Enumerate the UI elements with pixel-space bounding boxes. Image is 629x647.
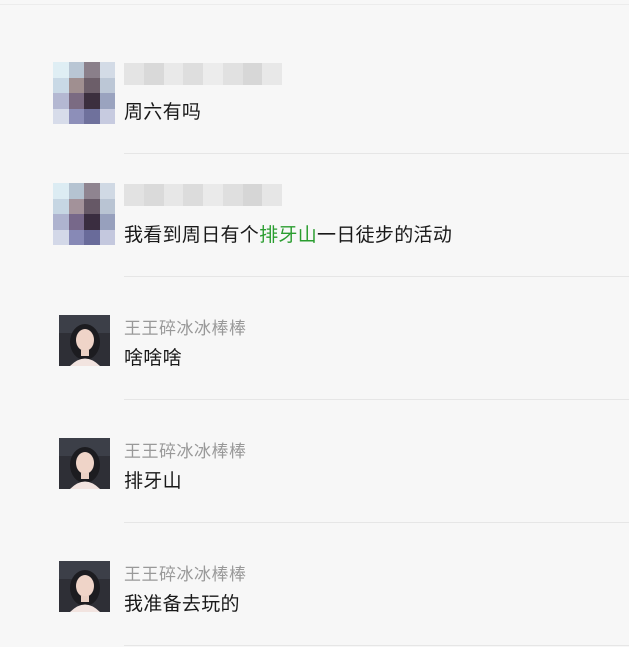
message-text: 排牙山: [124, 470, 182, 492]
portrait-image: [59, 438, 110, 489]
message-item[interactable]: 王王碎冰冰棒棒 啥啥啥: [0, 276, 629, 399]
message-text-before: 我看到周日有个: [124, 224, 260, 246]
location-link[interactable]: 排牙山: [259, 224, 317, 246]
top-divider: [0, 4, 629, 5]
message-divider: [124, 645, 629, 646]
message-item[interactable]: 我看到周日有个排牙山一日徒步的活动: [0, 153, 629, 276]
message-text-after: 一日徒步的活动: [317, 224, 453, 246]
sender-name[interactable]: 王王碎冰冰棒棒: [124, 314, 247, 339]
chat-message-list: 周六有吗 我看到周日有个排牙山一日徒步的活动 王王碎冰冰棒棒 啥啥啥 王王碎冰冰…: [0, 0, 629, 647]
girl-photo-avatar-icon[interactable]: [59, 561, 110, 612]
message-item[interactable]: 王王碎冰冰棒棒 排牙山: [0, 399, 629, 522]
sender-name[interactable]: 王王碎冰冰棒棒: [124, 560, 247, 585]
message-text: 我准备去玩的: [124, 593, 240, 615]
girl-photo-avatar-icon[interactable]: [59, 438, 110, 489]
message-text: 周六有吗: [124, 101, 202, 123]
message-text: 我看到周日有个排牙山一日徒步的活动: [124, 220, 452, 247]
sender-name[interactable]: 王王碎冰冰棒棒: [124, 437, 247, 462]
sender-name-blurred: [124, 184, 282, 206]
portrait-image: [59, 561, 110, 612]
message-text: 啥啥啥: [124, 347, 182, 369]
pixelated-avatar-icon[interactable]: [53, 62, 115, 124]
sender-name-blurred: [124, 63, 282, 85]
message-item[interactable]: 周六有吗: [0, 30, 629, 153]
pixelated-avatar-icon[interactable]: [53, 183, 115, 245]
girl-photo-avatar-icon[interactable]: [59, 315, 110, 366]
message-item[interactable]: 王王碎冰冰棒棒 我准备去玩的: [0, 522, 629, 645]
portrait-image: [59, 315, 110, 366]
